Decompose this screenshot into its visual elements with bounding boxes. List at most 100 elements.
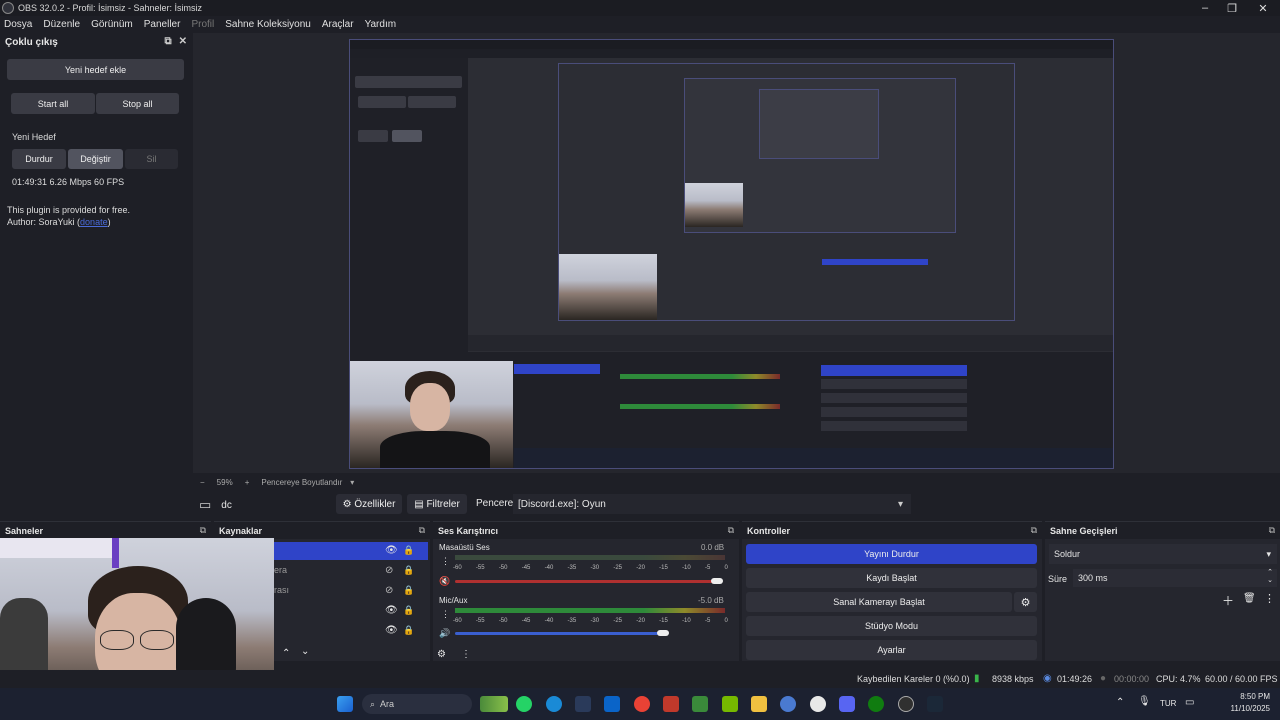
- properties-button[interactable]: ⚙ Özellikler: [336, 494, 402, 514]
- taskbar-time[interactable]: 8:50 PM: [1226, 692, 1270, 701]
- menu-help[interactable]: Yardım: [365, 19, 397, 30]
- change-target-button[interactable]: Değiştir: [68, 149, 123, 169]
- stop-target-button[interactable]: Durdur: [12, 149, 66, 169]
- move-up-icon[interactable]: ⌃: [282, 648, 290, 659]
- menu-profile[interactable]: Profil: [191, 19, 214, 30]
- source-item[interactable]: 👁 🔒: [274, 602, 428, 620]
- lock-icon[interactable]: 🔒: [403, 585, 414, 596]
- move-down-icon[interactable]: ⌄: [301, 646, 309, 657]
- restore-button[interactable]: ❐: [1215, 0, 1249, 16]
- widget-icon[interactable]: [480, 696, 508, 712]
- virtual-camera-settings-gear-icon[interactable]: ⚙: [1014, 592, 1037, 612]
- lock-icon[interactable]: 🔒: [403, 565, 414, 576]
- delete-target-button[interactable]: Sil: [125, 149, 178, 169]
- source-item-selected[interactable]: 👁 🔒: [274, 542, 428, 560]
- stop-stream-button[interactable]: Yayını Durdur: [746, 544, 1037, 564]
- zoom-out-button[interactable]: −: [200, 478, 205, 487]
- channel-menu-icon[interactable]: ⋮: [441, 556, 450, 567]
- settings-button[interactable]: Ayarlar: [746, 640, 1037, 660]
- taskbar-date[interactable]: 11/10/2025: [1214, 704, 1270, 713]
- float-icon[interactable]: ⧉: [419, 525, 425, 536]
- language-indicator[interactable]: TUR: [1160, 699, 1176, 708]
- spotify-icon[interactable]: [692, 696, 708, 712]
- chrome-icon[interactable]: [634, 696, 650, 712]
- source-item[interactable]: 👁 🔒: [274, 622, 428, 640]
- discord-icon[interactable]: [839, 696, 855, 712]
- folder-icon[interactable]: [751, 696, 767, 712]
- float-icon[interactable]: ⧉: [1031, 525, 1037, 536]
- edge-icon[interactable]: [546, 696, 562, 712]
- nested-stop-stream: [821, 365, 967, 376]
- start-all-button[interactable]: Start all: [11, 93, 95, 114]
- close-dock-icon[interactable]: ✕: [179, 36, 187, 47]
- windows-start-icon[interactable]: [337, 696, 353, 712]
- close-window-button[interactable]: ✕: [1246, 0, 1280, 16]
- volume-slider-knob[interactable]: [711, 578, 723, 584]
- app-icon[interactable]: [663, 696, 679, 712]
- float-icon[interactable]: ⧉: [728, 525, 734, 536]
- steam-icon[interactable]: [927, 696, 943, 712]
- nvidia-icon[interactable]: [722, 696, 738, 712]
- menu-tools[interactable]: Araçlar: [322, 19, 354, 30]
- eye-icon[interactable]: 👁: [385, 545, 398, 556]
- eye-hidden-icon[interactable]: ⊘: [385, 565, 393, 576]
- zoom-dropdown-icon[interactable]: ▾: [350, 478, 354, 487]
- nested-webcam: [685, 183, 743, 227]
- window-select[interactable]: [Discord.exe]: Oyun ▾: [513, 494, 911, 514]
- duration-spinbox[interactable]: 300 ms ⌃ ⌄: [1073, 569, 1277, 587]
- float-dock-icon[interactable]: ⧉: [164, 36, 171, 47]
- channel-menu-icon[interactable]: ⋮: [441, 609, 450, 620]
- xbox-icon[interactable]: [868, 696, 884, 712]
- source-item[interactable]: era ⊘ 🔒: [274, 562, 428, 580]
- volume-slider[interactable]: [455, 580, 719, 583]
- eye-icon[interactable]: 👁: [385, 605, 398, 616]
- advanced-audio-gear-icon[interactable]: ⚙: [437, 649, 446, 660]
- obs-taskbar-icon[interactable]: [898, 696, 914, 712]
- dock-title: Çoklu çıkış: [5, 36, 58, 48]
- trash-icon[interactable]: 🗑: [1243, 593, 1256, 604]
- mixer-menu-icon[interactable]: ⋮: [461, 649, 471, 660]
- store-icon[interactable]: [575, 696, 591, 712]
- microphone-icon[interactable]: 🎙: [1138, 696, 1151, 707]
- donate-link[interactable]: donate: [80, 217, 108, 227]
- app-icon[interactable]: [780, 696, 796, 712]
- eye-icon[interactable]: 👁: [385, 625, 398, 636]
- zoom-in-button[interactable]: +: [245, 478, 250, 487]
- menu-docks[interactable]: Paneller: [144, 19, 181, 30]
- menu-view[interactable]: Görünüm: [91, 19, 133, 30]
- speaker-icon[interactable]: 🔊: [439, 628, 450, 639]
- studio-mode-button[interactable]: Stüdyo Modu: [746, 616, 1037, 636]
- stop-all-button[interactable]: Stop all: [96, 93, 179, 114]
- start-record-button[interactable]: Kaydı Başlat: [746, 568, 1037, 588]
- status-bar: Kaybedilen Kareler 0 (%0.0) ▮ 8938 kbps …: [0, 670, 1280, 688]
- tray-chevron-icon[interactable]: ⌃: [1116, 697, 1124, 708]
- nested-button: [358, 130, 388, 142]
- outlook-icon[interactable]: [604, 696, 620, 712]
- volume-slider-knob[interactable]: [657, 630, 669, 636]
- transition-select[interactable]: Soldur ▾: [1049, 544, 1277, 564]
- eye-hidden-icon[interactable]: ⊘: [385, 585, 393, 596]
- yandex-icon[interactable]: [810, 696, 826, 712]
- virtual-camera-button[interactable]: Sanal Kamerayı Başlat: [746, 592, 1012, 612]
- lock-icon[interactable]: 🔒: [403, 545, 414, 556]
- filters-button[interactable]: ▤ Filtreler: [407, 494, 467, 514]
- menu-edit[interactable]: Düzenle: [43, 19, 80, 30]
- transition-menu-icon[interactable]: ⋮: [1264, 592, 1275, 605]
- source-item[interactable]: rası ⊘ 🔒: [274, 582, 428, 600]
- float-icon[interactable]: ⧉: [1269, 525, 1275, 536]
- lock-icon[interactable]: 🔒: [403, 605, 414, 616]
- nested-button: [392, 130, 422, 142]
- add-target-button[interactable]: Yeni hedef ekle: [7, 59, 184, 80]
- taskbar-search[interactable]: ⌕ Ara: [362, 694, 472, 714]
- network-icon[interactable]: ▭: [1185, 697, 1194, 708]
- muted-speaker-icon[interactable]: 🔇: [439, 576, 450, 587]
- whatsapp-icon[interactable]: [516, 696, 532, 712]
- menu-file[interactable]: Dosya: [4, 19, 32, 30]
- sources-title: Kaynaklar: [219, 525, 263, 536]
- float-icon[interactable]: ⧉: [200, 525, 206, 536]
- lock-icon[interactable]: 🔒: [403, 625, 414, 636]
- stepper-icon[interactable]: ⌃ ⌄: [1267, 569, 1273, 585]
- add-transition-icon[interactable]: ＋: [1222, 592, 1234, 609]
- menu-scene-collection[interactable]: Sahne Koleksiyonu: [225, 19, 311, 30]
- volume-slider[interactable]: [455, 632, 663, 635]
